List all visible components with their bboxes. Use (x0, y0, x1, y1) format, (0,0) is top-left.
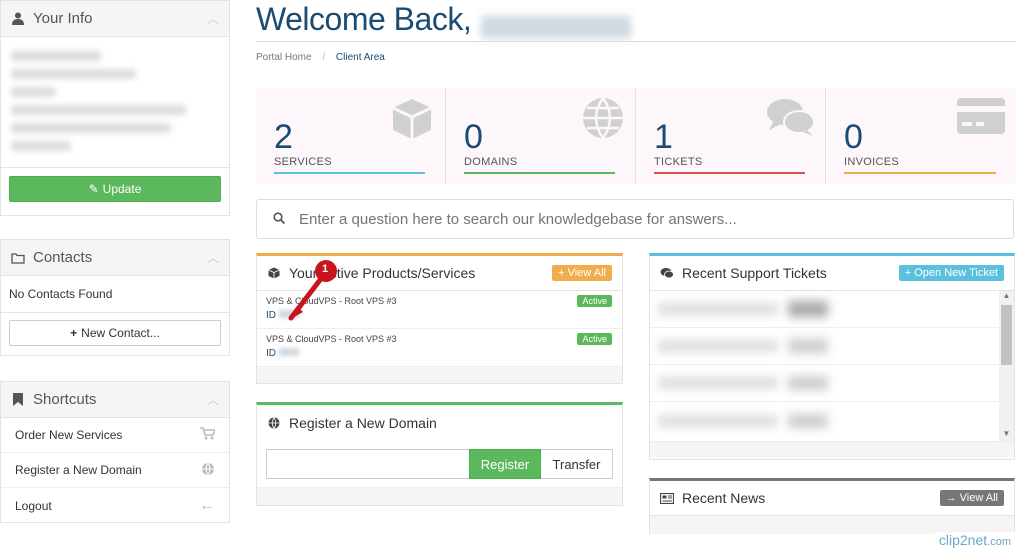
panel-footer (257, 487, 622, 505)
table-row[interactable] (650, 291, 1014, 328)
arrow-right-icon: → (945, 492, 957, 504)
status-badge: Active (577, 295, 612, 307)
shortcut-order-new-services[interactable]: Order New Services (1, 418, 229, 453)
update-button[interactable]: ✎ Update (9, 176, 221, 202)
cube-icon (267, 266, 281, 280)
tickets-list-blurred: ▲ ▼ (650, 291, 1014, 441)
arrow-left-icon: ← (199, 496, 215, 514)
credit-card-icon (956, 96, 1006, 146)
transfer-button[interactable]: Transfer (541, 449, 613, 479)
clip2net-watermark: clip2net.com (934, 532, 1015, 548)
plus-icon: + (904, 267, 912, 279)
comments-icon (765, 96, 815, 150)
no-contacts-text: No Contacts Found (1, 276, 229, 313)
services-bar (274, 172, 425, 174)
breadcrumb: Portal Home / Client Area (256, 52, 385, 63)
your-info-panel: Your Info ︿ ✎ Update (0, 0, 230, 216)
shortcut-register-domain[interactable]: Register a New Domain (1, 453, 229, 488)
contacts-panel: Contacts ︿ No Contacts Found + New Conta… (0, 239, 230, 356)
plus-icon: + (558, 267, 565, 279)
shortcuts-title: Shortcuts (33, 391, 97, 408)
chevron-up-icon[interactable]: ︿ (207, 391, 219, 408)
table-row[interactable] (650, 365, 1014, 402)
support-tickets-panel: Recent Support Tickets + Open New Ticket… (649, 253, 1015, 460)
kb-search[interactable] (256, 199, 1014, 239)
open-new-ticket-button[interactable]: + Open New Ticket (898, 265, 1004, 281)
panel-footer (650, 441, 1014, 457)
service-id-link[interactable]: ID (266, 348, 613, 359)
scroll-up-arrow[interactable]: ▲ (999, 291, 1014, 303)
domains-bar (464, 172, 615, 174)
user-info-blurred (1, 37, 229, 167)
register-domain-panel: Register a New Domain Register Transfer (256, 402, 623, 506)
register-domain-title: Register a New Domain (289, 414, 437, 431)
news-view-all-button[interactable]: → View All (939, 490, 1004, 506)
breadcrumb-home[interactable]: Portal Home (256, 52, 312, 63)
invoices-bar (844, 172, 996, 174)
stat-domains[interactable]: 0 DOMAINS (446, 88, 636, 184)
comments-icon (660, 266, 674, 280)
username-blurred (480, 15, 631, 38)
annotation-marker: 1 (285, 258, 345, 322)
shortcuts-panel: Shortcuts ︿ Order New Services Register … (0, 381, 230, 523)
stat-tickets[interactable]: 1 TICKETS (636, 88, 826, 184)
contacts-title: Contacts (33, 249, 93, 266)
your-info-title: Your Info (33, 10, 93, 27)
register-button[interactable]: Register (469, 449, 541, 479)
scroll-down-arrow[interactable]: ▼ (999, 429, 1014, 441)
list-item[interactable]: VPS & CloudVPS - Root VPS #3 ID Active (257, 329, 622, 367)
your-info-header[interactable]: Your Info ︿ (1, 1, 229, 37)
tickets-title: Recent Support Tickets (682, 265, 827, 281)
plus-icon: + (70, 326, 78, 340)
scrollbar[interactable]: ▲ ▼ (999, 291, 1014, 441)
globe-icon (267, 416, 281, 430)
scroll-thumb[interactable] (1001, 305, 1012, 365)
shortcut-logout[interactable]: Logout ← (1, 488, 229, 523)
pencil-icon: ✎ (88, 182, 99, 196)
domain-input[interactable] (266, 449, 469, 479)
chevron-up-icon[interactable]: ︿ (207, 249, 219, 266)
newspaper-icon (660, 491, 674, 505)
recent-news-panel: Recent News → View All (649, 478, 1015, 534)
chevron-up-icon[interactable]: ︿ (207, 10, 219, 27)
stat-services[interactable]: 2 SERVICES (256, 88, 446, 184)
search-icon (273, 211, 286, 227)
table-row[interactable] (650, 402, 1014, 439)
products-view-all-button[interactable]: + View All (552, 265, 612, 281)
cube-icon (389, 96, 435, 152)
welcome-text: Welcome Back, (256, 1, 472, 37)
new-contact-button[interactable]: + New Contact... (9, 320, 221, 346)
panel-footer (257, 367, 622, 383)
user-icon (11, 12, 25, 26)
table-row[interactable] (650, 328, 1014, 365)
bookmark-icon (11, 393, 25, 407)
status-badge: Active (577, 333, 612, 345)
page-title: Welcome Back, (256, 0, 1016, 42)
folder-icon (11, 251, 25, 265)
breadcrumb-current: Client Area (335, 52, 385, 63)
cart-icon (200, 427, 217, 443)
shortcuts-header[interactable]: Shortcuts ︿ (1, 382, 229, 418)
search-input[interactable] (299, 210, 997, 228)
contacts-header[interactable]: Contacts ︿ (1, 240, 229, 276)
globe-icon (581, 96, 625, 150)
stat-invoices[interactable]: 0 INVOICES (826, 88, 1016, 184)
tickets-bar (654, 172, 805, 174)
news-title: Recent News (682, 490, 766, 506)
globe-icon (201, 462, 215, 479)
annotation-number: 1 (322, 263, 329, 275)
